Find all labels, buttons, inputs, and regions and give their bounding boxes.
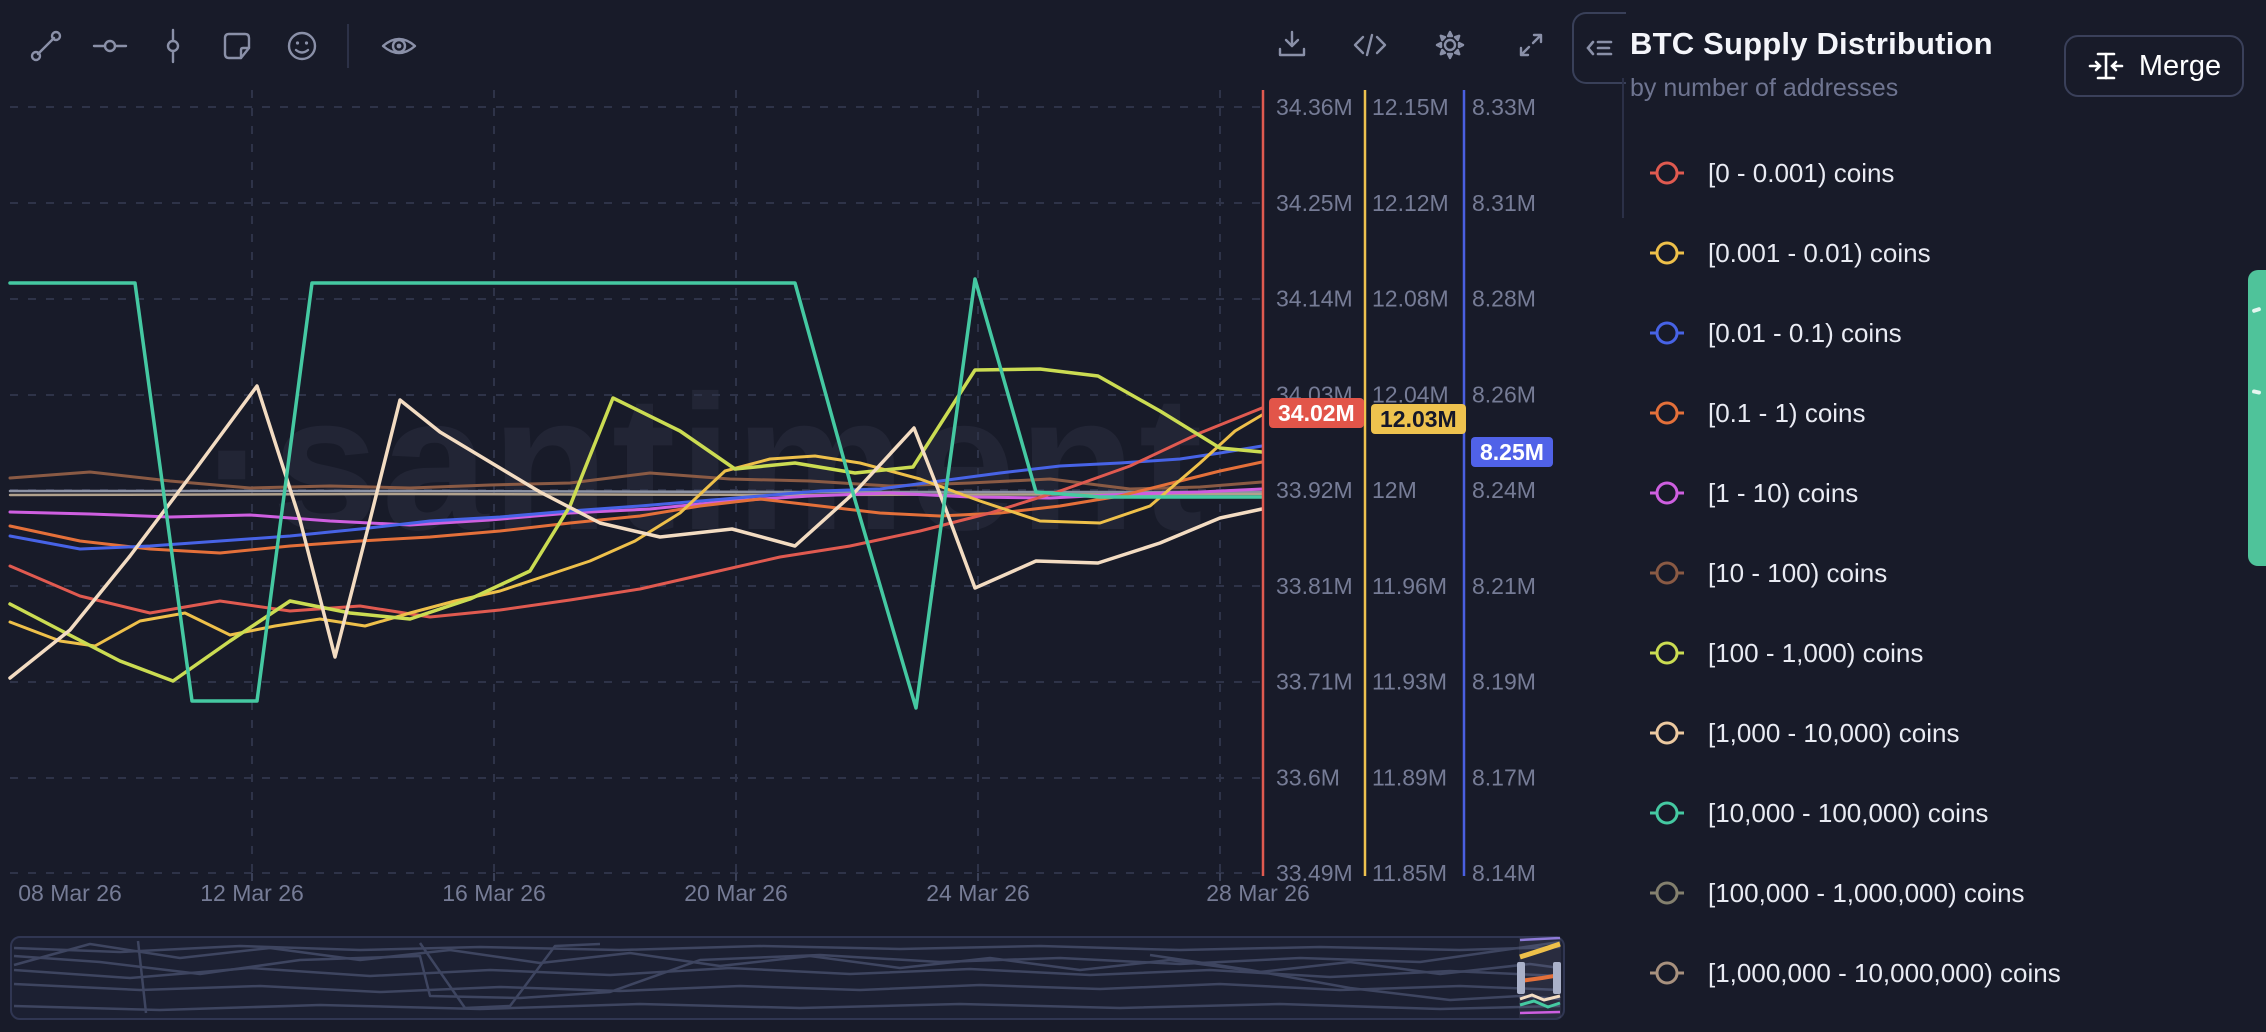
x-axis-label: 24 Mar 26 [926,880,1030,906]
x-axis-label: 12 Mar 26 [200,880,304,906]
series-line [10,491,1262,492]
y-axis-tick: 33.6M [1276,764,1340,790]
legend-item[interactable]: [1,000 - 10,000) coins [1648,715,1960,751]
legend-item-label: [100,000 - 1,000,000) coins [1708,878,2025,909]
y-axis-tick: 8.31M [1472,190,1536,216]
legend-item[interactable]: [100,000 - 1,000,000) coins [1648,875,2025,911]
legend-marker-icon [1648,715,1686,751]
legend-item[interactable]: [10 - 100) coins [1648,555,1887,591]
y-axis-tick: 8.19M [1472,669,1536,695]
legend-item-label: [0.001 - 0.01) coins [1708,238,1931,269]
y-axis-tick: 11.96M [1372,573,1447,599]
legend-item-label: [1,000 - 10,000) coins [1708,718,1960,749]
legend-item[interactable]: [1 - 10) coins [1648,475,1858,511]
legend-item-label: [10 - 100) coins [1708,558,1887,589]
legend-marker-icon [1648,475,1686,511]
y-axis-tick: 34.25M [1276,190,1353,216]
legend-item-label: [0 - 0.001) coins [1708,158,1894,189]
collapse-panel-tab[interactable] [1572,12,1626,84]
legend-marker-icon [1648,235,1686,271]
legend-item-label: [1 - 10) coins [1708,478,1858,509]
legend-marker-icon [1648,635,1686,671]
x-axis-label: 28 Mar 26 [1206,880,1310,906]
legend-item[interactable]: [100 - 1,000) coins [1648,635,1923,671]
y-axis-tick: 8.24M [1472,477,1536,503]
legend-marker-icon [1648,315,1686,351]
legend-marker-icon [1648,395,1686,431]
y-axis-tick: 8.14M [1472,860,1536,886]
legend-item-label: [0.1 - 1) coins [1708,398,1866,429]
legend-marker-icon [1648,795,1686,831]
legend-item[interactable]: [0.01 - 0.1) coins [1648,315,1902,351]
navigator-handle[interactable] [1553,962,1561,994]
y-axis-tick: 11.93M [1372,669,1447,695]
legend-item-label: [0.01 - 0.1) coins [1708,318,1902,349]
y-axis-tick: 34.36M [1276,94,1353,120]
main-chart[interactable]: 34.36M34.25M34.14M34.03M33.92M33.81M33.7… [0,0,1598,932]
legend-item-label: [100 - 1,000) coins [1708,638,1923,669]
y-axis-tick: 12.15M [1372,94,1449,120]
merge-icon [2087,47,2125,85]
x-axis-label: 08 Mar 26 [18,880,122,906]
y-axis-tick: 33.81M [1276,573,1353,599]
y-axis-tick: 8.28M [1472,286,1536,312]
legend-marker-icon [1648,875,1686,911]
y-axis-tick: 34.14M [1276,286,1353,312]
chevron-left-icon [1588,42,1593,54]
legend-item[interactable]: [0.1 - 1) coins [1648,395,1866,431]
legend-item[interactable]: [10,000 - 100,000) coins [1648,795,1988,831]
y-axis-tick: 33.92M [1276,477,1353,503]
panel-edge [1622,78,1624,218]
panel-title: BTC Supply Distribution [1630,26,1993,62]
series-line [10,386,1262,678]
panel-subtitle: by number of addresses [1630,74,1898,103]
axis-badge-red: 34.02M [1269,398,1364,428]
y-axis-tick: 11.89M [1372,764,1447,790]
navigator-handle[interactable] [1517,962,1525,994]
app-root: ·santiment 34.36M34.25M34.14M34.03M33.92… [0,0,2266,1032]
legend-marker-icon [1648,555,1686,591]
merge-button-label: Merge [2139,50,2221,83]
y-axis-tick: 8.26M [1472,381,1536,407]
y-axis-tick: 12.12M [1372,190,1449,216]
merge-button[interactable]: Merge [2064,35,2244,97]
legend-item-label: [1,000,000 - 10,000,000) coins [1708,958,2061,989]
y-axis-tick: 12M [1372,477,1417,503]
legend-item[interactable]: [0.001 - 0.01) coins [1648,235,1931,271]
y-axis-tick: 8.21M [1472,573,1536,599]
y-axis-tick: 12.08M [1372,286,1449,312]
y-axis-tick: 33.71M [1276,669,1353,695]
axis-badge-blue: 8.25M [1471,437,1553,467]
y-axis-tick: 8.33M [1472,94,1536,120]
legend-item[interactable]: [0 - 0.001) coins [1648,155,1894,191]
legend-marker-icon [1648,955,1686,991]
timeline-navigator[interactable] [10,936,1565,1020]
legend-item[interactable]: [1,000,000 - 10,000,000) coins [1648,955,2061,991]
y-axis-tick: 11.85M [1372,860,1447,886]
side-panel-green-tab[interactable] [2248,270,2266,566]
legend-item-label: [10,000 - 100,000) coins [1708,798,1988,829]
y-axis-tick: 8.17M [1472,764,1536,790]
x-axis-label: 16 Mar 26 [442,880,546,906]
axis-badge-yellow: 12.03M [1371,404,1466,434]
series-line [10,369,1262,681]
x-axis-label: 20 Mar 26 [684,880,788,906]
legend-marker-icon [1648,155,1686,191]
